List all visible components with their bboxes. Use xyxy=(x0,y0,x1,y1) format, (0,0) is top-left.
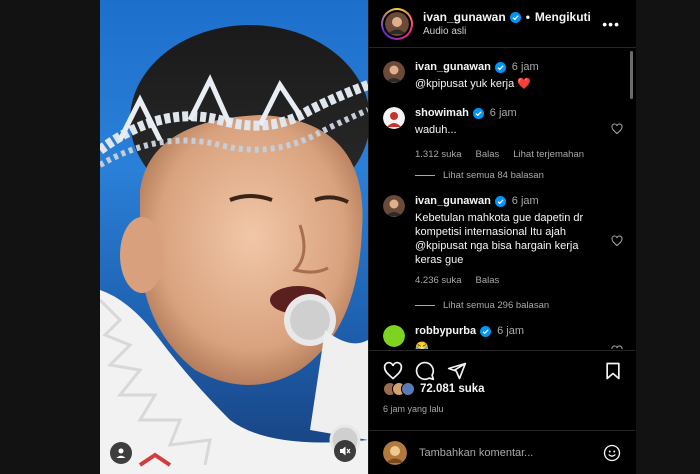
comment-item: robbypurba 6 jam 😂 xyxy=(383,325,623,349)
comment-text-line: Kebetulan mahkota gue dapetin dr xyxy=(415,212,584,224)
view-replies-button[interactable]: Lihat semua 84 balasan xyxy=(415,170,544,181)
comment-time[interactable]: 6 jam xyxy=(497,325,524,337)
replies-line xyxy=(415,175,435,176)
mute-button[interactable] xyxy=(334,440,356,462)
caption: ivan_gunawan 6 jam @kpipusat yuk kerja ❤… xyxy=(383,61,623,91)
bookmark-icon[interactable] xyxy=(603,361,623,381)
comments-scrollbar[interactable] xyxy=(630,51,633,99)
follow-status-button[interactable]: Mengikuti xyxy=(535,10,591,24)
reel-video[interactable] xyxy=(100,0,368,474)
post-details-panel: ivan_gunawan • Mengikuti Audio asli ••• … xyxy=(368,0,636,474)
comment-likes[interactable]: 1.312 suka xyxy=(415,149,461,160)
more-options-icon[interactable]: ••• xyxy=(602,17,620,31)
view-replies-button[interactable]: Lihat semua 296 balasan xyxy=(415,300,549,311)
comment-username[interactable]: robbypurba xyxy=(415,325,476,337)
post-time[interactable]: 6 jam yang lalu xyxy=(383,404,444,414)
comment-input[interactable] xyxy=(419,446,603,459)
liker-avatars xyxy=(383,382,415,396)
verified-badge-icon xyxy=(480,325,492,337)
separator-dot: • xyxy=(525,10,530,24)
author-username[interactable]: ivan_gunawan xyxy=(423,10,506,24)
heart-icon[interactable] xyxy=(611,235,623,247)
heart-icon[interactable] xyxy=(383,361,403,381)
comment-username[interactable]: ivan_gunawan xyxy=(415,195,491,207)
caption-username[interactable]: ivan_gunawan xyxy=(415,61,491,73)
overlay-left[interactable] xyxy=(0,0,100,474)
heart-icon[interactable] xyxy=(611,345,623,349)
post-header: ivan_gunawan • Mengikuti Audio asli ••• xyxy=(369,0,636,48)
reply-button[interactable]: Balas xyxy=(475,149,499,160)
comment-avatar[interactable] xyxy=(383,195,405,217)
comment-username[interactable]: showimah xyxy=(415,107,469,119)
comment-text-line: @kpipusat nga bisa hargain kerja xyxy=(415,240,579,252)
likes-summary[interactable]: 72.081 suka xyxy=(383,382,485,396)
verified-badge-icon xyxy=(494,195,506,207)
share-icon[interactable] xyxy=(447,361,467,381)
comment-time[interactable]: 6 jam xyxy=(490,107,517,119)
comments-list[interactable]: ivan_gunawan 6 jam @kpipusat yuk kerja ❤… xyxy=(369,49,635,349)
comment-composer xyxy=(369,430,635,474)
replies-line xyxy=(415,305,435,306)
comment-text-line: kompetisi internasional Itu ajah xyxy=(415,226,567,238)
heart-icon[interactable] xyxy=(611,123,623,135)
comment-item: showimah 6 jam waduh... 1.312 suka Balas… xyxy=(383,107,623,160)
verified-badge-icon xyxy=(509,11,521,23)
comment-icon[interactable] xyxy=(415,361,435,381)
audio-link[interactable]: Audio asli xyxy=(423,26,591,37)
like-count[interactable]: 72.081 suka xyxy=(420,383,485,395)
comment-avatar[interactable] xyxy=(383,107,405,129)
emoji-icon[interactable] xyxy=(603,444,621,462)
video-frame xyxy=(100,25,368,474)
tag-users-button[interactable] xyxy=(110,442,132,464)
comment-text: Kebetulan mahkota gue dapetin dr kompeti… xyxy=(415,211,615,267)
overlay-right[interactable] xyxy=(636,0,700,474)
comment-text-line: keras gue xyxy=(415,254,464,266)
translate-button[interactable]: Lihat terjemahan xyxy=(513,149,584,160)
comment-time[interactable]: 6 jam xyxy=(512,195,539,207)
verified-badge-icon xyxy=(494,61,506,73)
view-replies-label[interactable]: Lihat semua 296 balasan xyxy=(443,300,549,311)
comment-text: waduh... xyxy=(415,124,457,136)
caption-avatar[interactable] xyxy=(383,61,405,83)
mute-icon xyxy=(340,446,351,456)
view-replies-label[interactable]: Lihat semua 84 balasan xyxy=(443,170,544,181)
comment-likes[interactable]: 4.236 suka xyxy=(415,275,461,286)
viewer-avatar xyxy=(383,440,407,465)
comment-item: ivan_gunawan 6 jam Kebetulan mahkota gue… xyxy=(383,195,623,286)
caption-time[interactable]: 6 jam xyxy=(512,61,539,73)
verified-badge-icon xyxy=(472,107,484,119)
user-tag-icon xyxy=(116,448,126,458)
comment-text: 😂 xyxy=(415,342,429,349)
reply-button[interactable]: Balas xyxy=(475,275,499,286)
comment-avatar[interactable] xyxy=(383,325,405,347)
author-avatar[interactable] xyxy=(381,7,413,40)
caption-text: @kpipusat yuk kerja ❤️ xyxy=(415,78,531,90)
